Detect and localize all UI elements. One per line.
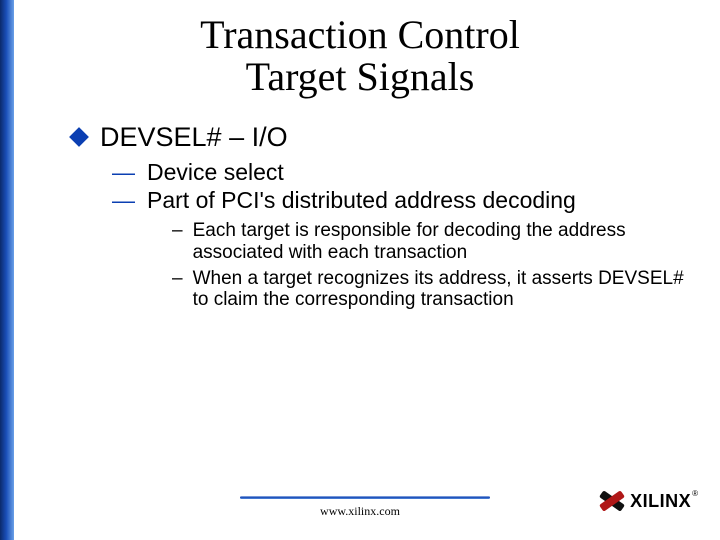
bullet-level-2: — Part of PCI's distributed address deco… bbox=[112, 187, 700, 213]
registered-trademark-icon: ® bbox=[692, 489, 698, 498]
title-line-2: Target Signals bbox=[0, 56, 720, 98]
xilinx-x-icon bbox=[600, 490, 624, 512]
level-3-group: – Each target is responsible for decodin… bbox=[172, 220, 700, 311]
level-2-group: — Device select — Part of PCI's distribu… bbox=[112, 159, 700, 311]
bullet-l3-text: Each target is responsible for decoding … bbox=[193, 220, 700, 264]
xilinx-logo: XILINX ® bbox=[600, 490, 698, 512]
bullet-level-1: DEVSEL# – I/O bbox=[72, 122, 700, 153]
bullet-l1-text: DEVSEL# – I/O bbox=[100, 122, 288, 153]
slide-body: DEVSEL# – I/O — Device select — Part of … bbox=[72, 122, 700, 315]
endash-bullet-icon: – bbox=[172, 220, 183, 242]
bullet-l3-text: When a target recognizes its address, it… bbox=[193, 268, 700, 312]
bullet-level-2: — Device select bbox=[112, 159, 700, 185]
diamond-bullet-icon bbox=[69, 127, 89, 147]
dash-bullet-icon: — bbox=[112, 159, 135, 185]
dash-bullet-icon: — bbox=[112, 187, 135, 213]
endash-bullet-icon: – bbox=[172, 268, 183, 290]
bullet-level-3: – Each target is responsible for decodin… bbox=[172, 220, 700, 264]
xilinx-wordmark: XILINX bbox=[630, 491, 691, 512]
slide-title: Transaction Control Target Signals bbox=[0, 14, 720, 98]
bullet-l2-text: Device select bbox=[147, 159, 284, 185]
bullet-l2-text: Part of PCI's distributed address decodi… bbox=[147, 187, 576, 213]
footer-divider bbox=[240, 496, 490, 499]
title-line-1: Transaction Control bbox=[0, 14, 720, 56]
slide-footer: www.xilinx.com XILINX ® bbox=[0, 490, 720, 530]
bullet-level-3: – When a target recognizes its address, … bbox=[172, 268, 700, 312]
